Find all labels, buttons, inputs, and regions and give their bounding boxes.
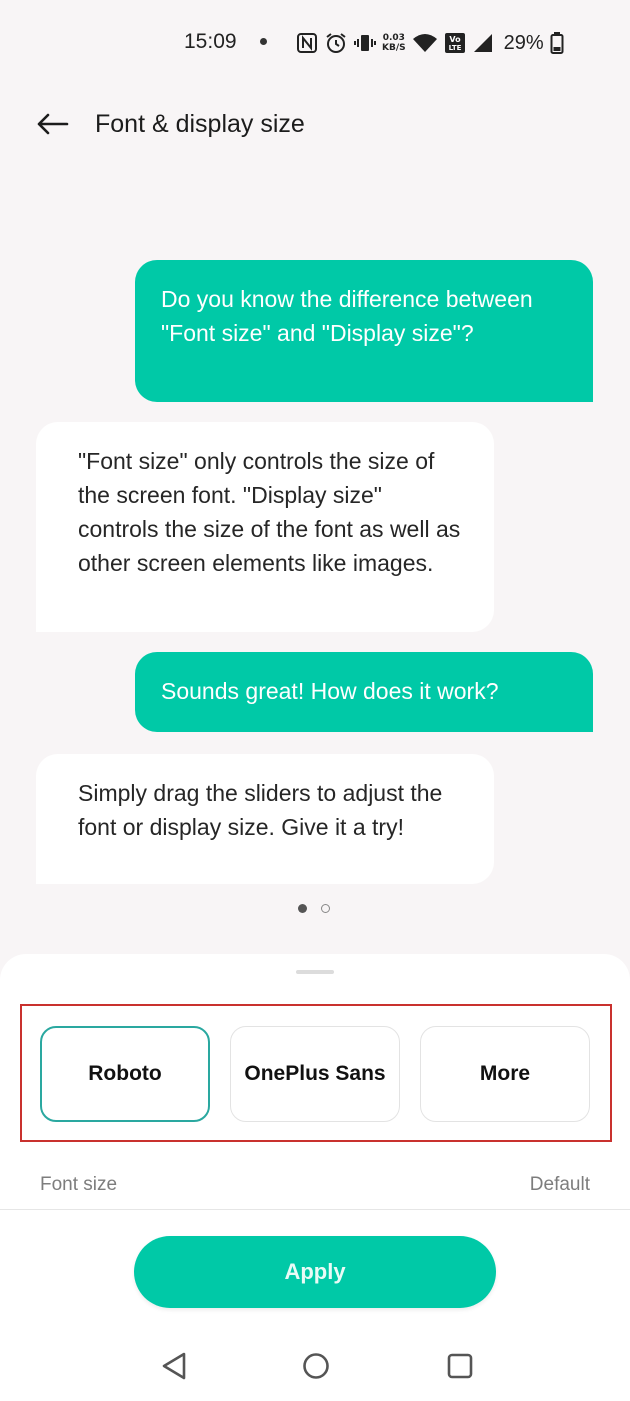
apply-button[interactable]: Apply bbox=[134, 1236, 496, 1308]
battery-percent: 29% bbox=[503, 31, 544, 54]
status-icons: 0.03 KB/S Vo LTE 29% bbox=[296, 28, 564, 58]
page-title: Font & display size bbox=[95, 110, 305, 138]
page-indicator bbox=[298, 904, 330, 913]
back-button[interactable] bbox=[28, 104, 76, 144]
nfc-icon bbox=[296, 32, 318, 54]
font-size-row[interactable]: Font size Default bbox=[0, 1160, 630, 1210]
sheet-drag-handle[interactable] bbox=[296, 970, 334, 974]
chat-bubble-bot: "Font size" only controls the size of th… bbox=[36, 422, 494, 632]
signal-icon bbox=[472, 32, 494, 54]
volte-icon: Vo LTE bbox=[444, 32, 466, 54]
square-recents-icon bbox=[447, 1353, 473, 1379]
navigation-bar bbox=[0, 1330, 630, 1401]
alarm-icon bbox=[324, 31, 348, 55]
network-speed-value: 0.03 bbox=[382, 33, 405, 43]
font-option-oneplus-sans[interactable]: OnePlus Sans bbox=[230, 1026, 400, 1122]
vibrate-icon bbox=[354, 32, 376, 54]
notification-dot-icon bbox=[260, 38, 267, 45]
svg-text:Vo: Vo bbox=[449, 35, 461, 44]
font-size-value: Default bbox=[529, 1174, 590, 1195]
chat-bubble-user: Do you know the difference between "Font… bbox=[135, 260, 593, 402]
arrow-left-icon bbox=[37, 113, 69, 135]
status-bar: 15:09 0.03 KB/S Vo LTE 29% bbox=[0, 0, 630, 86]
font-option-roboto[interactable]: Roboto bbox=[40, 1026, 210, 1122]
wifi-icon bbox=[412, 32, 438, 54]
status-time: 15:09 bbox=[184, 30, 237, 53]
page-dot-active bbox=[298, 904, 307, 913]
nav-home-button[interactable] bbox=[288, 1338, 344, 1394]
network-speed: 0.03 KB/S bbox=[382, 33, 406, 53]
nav-back-button[interactable] bbox=[146, 1338, 202, 1394]
nav-recents-button[interactable] bbox=[432, 1338, 488, 1394]
circle-home-icon bbox=[303, 1353, 329, 1379]
chat-bubble-user: Sounds great! How does it work? bbox=[135, 652, 593, 732]
battery-icon bbox=[550, 31, 564, 55]
chat-bubble-bot: Simply drag the sliders to adjust the fo… bbox=[36, 754, 494, 884]
font-option-more[interactable]: More bbox=[420, 1026, 590, 1122]
svg-text:LTE: LTE bbox=[448, 44, 461, 52]
font-size-label: Font size bbox=[40, 1174, 118, 1195]
triangle-back-icon bbox=[162, 1352, 186, 1380]
app-header: Font & display size bbox=[0, 86, 630, 166]
font-options-group: Roboto OnePlus Sans More bbox=[20, 1004, 612, 1142]
network-speed-unit: KB/S bbox=[382, 43, 406, 53]
page-dot bbox=[321, 904, 330, 913]
